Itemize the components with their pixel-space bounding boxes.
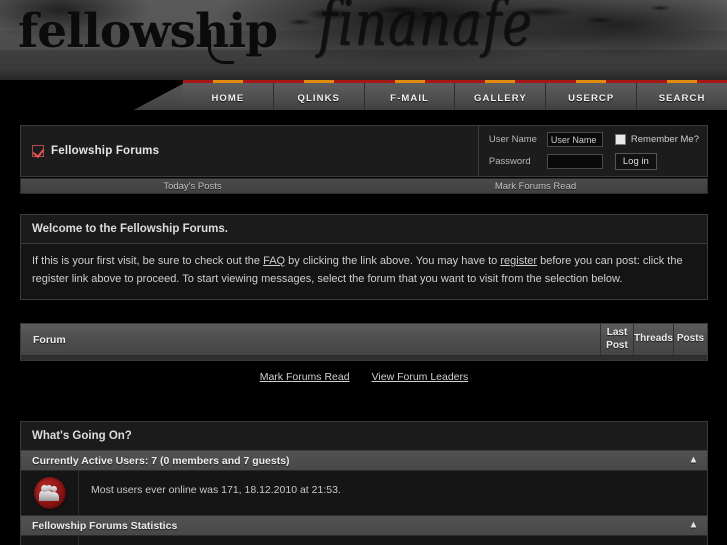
forum-table: Forum Last Post Threads Posts <box>20 323 708 362</box>
active-users-bar: Currently Active Users: 7 (0 members and… <box>21 451 707 472</box>
todays-posts-link[interactable]: Today's Posts <box>21 179 364 193</box>
banner-script-art: finanafe <box>318 0 533 60</box>
password-input[interactable] <box>546 154 603 169</box>
login-password-row: Password Log in <box>489 153 699 170</box>
nav-item-gallery[interactable]: GALLERY <box>455 83 547 113</box>
statistics-bar: Fellowship Forums Statistics ▲ <box>21 516 707 537</box>
active-users-body: Most users ever online was 171, 18.12.20… <box>21 471 707 517</box>
nav-slant-decoration <box>128 80 190 113</box>
mark-forums-read-link[interactable]: Mark Forums Read <box>260 371 350 383</box>
statistics-icon-cell <box>21 536 79 545</box>
nav-item-usercp[interactable]: USERCP <box>546 83 638 113</box>
page-content: Fellowship Forums User Name Remember Me?… <box>0 113 727 545</box>
statistics-body: Threads: 1,203, Posts: 10,416, Members: … <box>21 536 707 545</box>
forum-header-block: Fellowship Forums User Name Remember Me?… <box>20 125 708 177</box>
collapse-up-icon-statistics[interactable]: ▲ <box>688 520 699 531</box>
remember-me-label: Remember Me? <box>630 134 699 145</box>
remember-me-group[interactable]: Remember Me? <box>614 134 699 145</box>
statistics-label: Fellowship Forums Statistics <box>32 519 178 532</box>
forum-sub-navigation: Today's Posts Mark Forums Read <box>20 178 708 194</box>
welcome-panel: Welcome to the Fellowship Forums. If thi… <box>20 214 708 301</box>
forum-title-group: Fellowship Forums <box>32 145 159 157</box>
page-title: Fellowship Forums <box>51 145 160 157</box>
column-header-forum: Forum <box>21 324 601 356</box>
nav-item-qlinks[interactable]: QLINKS <box>274 83 365 113</box>
login-username-row: User Name Remember Me? <box>489 132 699 147</box>
statistics-text: Threads: 1,203, Posts: 10,416, Members: … <box>79 536 707 545</box>
column-header-threads: Threads <box>634 324 674 356</box>
whats-going-on-panel: What's Going On? Currently Active Users:… <box>20 421 708 545</box>
welcome-text-part2: by clicking the link above. You may have… <box>285 255 501 267</box>
column-header-last-post: Last Post <box>601 324 634 356</box>
faq-link[interactable]: FAQ <box>263 255 285 267</box>
mark-forums-read-strip-link[interactable]: Mark Forums Read <box>364 179 707 193</box>
collapse-up-icon[interactable]: ▲ <box>688 455 699 466</box>
logo-flourish-icon <box>208 30 234 64</box>
welcome-text-part1: If this is your first visit, be sure to … <box>32 255 264 267</box>
forum-table-body <box>21 356 707 361</box>
users-glyph <box>38 485 61 502</box>
active-users-icon-cell <box>21 471 79 516</box>
column-header-posts: Posts <box>676 333 705 345</box>
site-banner: finanafe fellowship <box>0 0 727 80</box>
main-navigation-bar: HOME QLINKS F-MAIL GALLERY USERCP SEARCH <box>0 80 727 113</box>
login-button[interactable]: Log in <box>614 153 657 170</box>
register-link[interactable]: register <box>500 255 537 267</box>
remember-me-checkbox[interactable] <box>614 134 626 145</box>
whats-going-on-title: What's Going On? <box>21 422 707 452</box>
forum-table-header-row: Forum Last Post Threads Posts <box>21 324 707 357</box>
nav-item-fmail[interactable]: F-MAIL <box>365 83 456 113</box>
username-input[interactable] <box>546 132 603 147</box>
view-forum-leaders-link[interactable]: View Forum Leaders <box>372 371 469 383</box>
username-label: User Name <box>488 134 537 145</box>
forum-table-links: Mark Forums Read View Forum Leaders <box>20 371 708 383</box>
active-users-label: Currently Active Users: 7 (0 members and… <box>32 454 290 467</box>
content-wrapper: Fellowship Forums User Name Remember Me?… <box>20 125 708 545</box>
nav-item-search[interactable]: SEARCH <box>637 83 727 113</box>
welcome-heading: Welcome to the Fellowship Forums. <box>21 215 707 244</box>
active-users-text: Most users ever online was 171, 18.12.20… <box>91 484 341 497</box>
checkmark-icon <box>32 145 44 157</box>
nav-item-home[interactable]: HOME <box>183 83 274 113</box>
site-logo[interactable]: fellowship <box>18 4 278 59</box>
nav-items: HOME QLINKS F-MAIL GALLERY USERCP SEARCH <box>183 80 727 113</box>
active-users-icon <box>33 477 66 510</box>
login-form: User Name Remember Me? Password Log in <box>477 126 707 176</box>
password-label: Password <box>488 156 531 167</box>
welcome-body: If this is your first visit, be sure to … <box>21 244 707 300</box>
